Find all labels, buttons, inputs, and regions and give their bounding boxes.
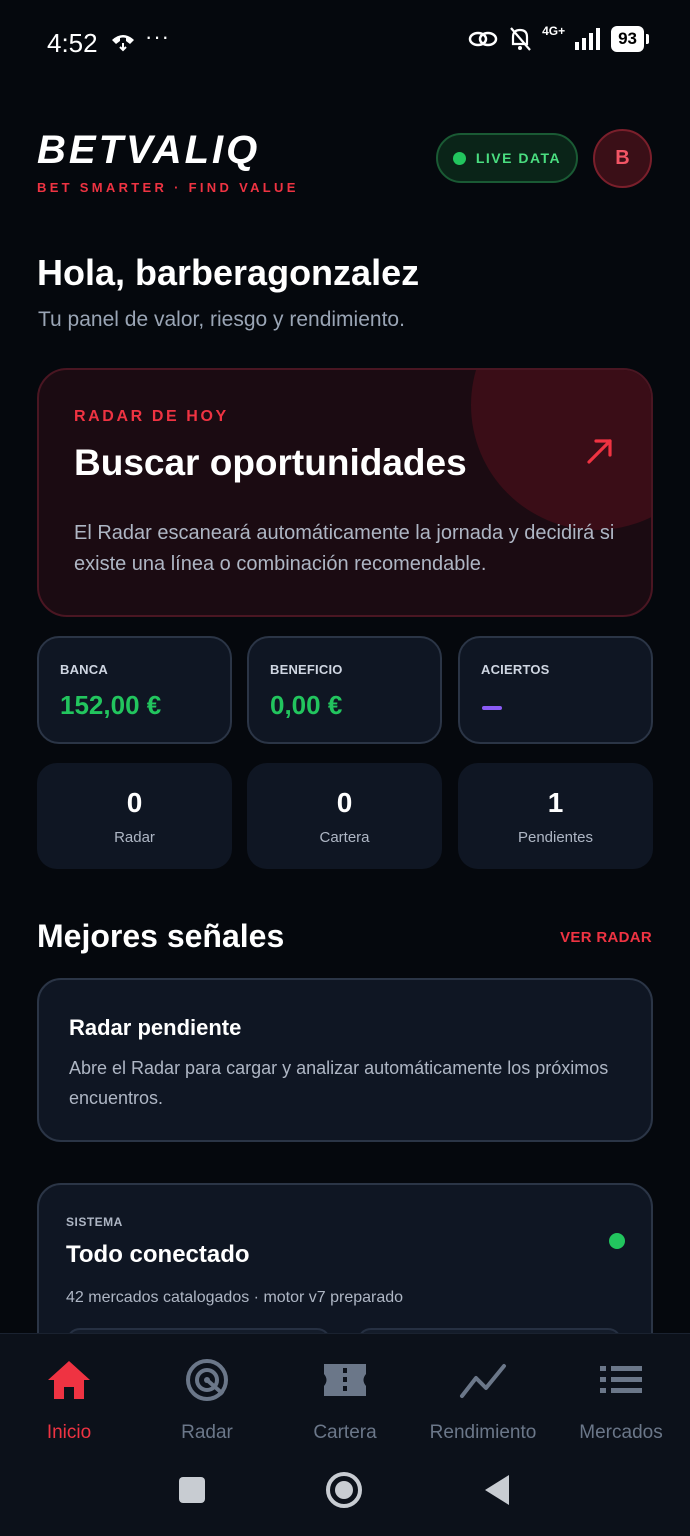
system-navigation: [0, 1460, 690, 1526]
radar-title: Buscar oportunidades: [74, 442, 467, 483]
arrow-up-right-icon: [587, 439, 612, 464]
list-icon: [600, 1366, 642, 1393]
radar-eyebrow: RADAR DE HOY: [74, 408, 229, 425]
count-value: 0: [336, 787, 353, 818]
nav-label: Rendimiento: [429, 1422, 537, 1443]
stat-beneficio: BENEFICIO 0,00 €: [247, 636, 442, 744]
recents-button[interactable]: [162, 1460, 222, 1520]
back-button[interactable]: [467, 1460, 527, 1520]
count-value: 0: [126, 787, 143, 818]
brand: BETVALIQ BET SMARTER · FIND VALUE: [37, 128, 299, 195]
radar-card[interactable]: RADAR DE HOY Buscar oportunidades El Rad…: [37, 368, 653, 617]
stat-banca: BANCA 152,00 €: [37, 636, 232, 744]
radar-icon: [186, 1359, 228, 1401]
stat-value: 0,00 €: [270, 690, 343, 720]
radar-description: El Radar escaneará automáticamente la jo…: [74, 522, 615, 575]
system-title: Todo conectado: [66, 1241, 250, 1268]
count-radar[interactable]: 0 Radar: [37, 763, 232, 869]
pending-title: Radar pendiente: [69, 1015, 242, 1040]
trend-icon: [460, 1364, 506, 1398]
stat-label: BENEFICIO: [270, 662, 343, 677]
page-title: Hola, barberagonzalez: [37, 252, 420, 293]
ticket-icon: [324, 1364, 366, 1396]
count-cartera[interactable]: 0 Cartera: [247, 763, 442, 869]
stat-value: 152,00 €: [60, 690, 162, 720]
nav-label: Mercados: [579, 1422, 663, 1443]
brand-tagline: BET SMARTER · FIND VALUE: [37, 180, 299, 195]
nav-item-mercados[interactable]: Mercados: [552, 1358, 690, 1444]
live-dot-icon: [452, 151, 466, 165]
link-icon: [468, 31, 498, 47]
nav-item-rendimiento[interactable]: Rendimiento: [414, 1358, 552, 1444]
system-eyebrow: SISTEMA: [66, 1215, 123, 1229]
call-icon: [112, 35, 134, 52]
square-icon: [179, 1477, 205, 1503]
avatar[interactable]: B: [593, 129, 652, 188]
live-data-label: LIVE DATA: [475, 150, 562, 166]
network-type: 4G+: [542, 24, 566, 38]
status-more-icon: ···: [145, 24, 170, 49]
home-icon: [48, 1361, 90, 1399]
system-description: 42 mercados catalogados · motor v7 prepa…: [66, 1289, 404, 1306]
count-label: Cartera: [319, 829, 370, 846]
count-label: Radar: [114, 829, 155, 846]
decorative-circle: [471, 370, 651, 530]
status-bar: 4:52 ··· 4G+ 93: [0, 0, 690, 86]
status-dot-icon: [609, 1233, 625, 1249]
brand-name: BETVALIQ: [37, 128, 261, 172]
mute-bell-icon: [510, 27, 531, 51]
nav-item-cartera[interactable]: Cartera: [276, 1358, 414, 1444]
count-value: 1: [547, 787, 564, 818]
live-data-badge[interactable]: LIVE DATA: [436, 133, 578, 183]
stat-aciertos: ACIERTOS: [458, 636, 653, 744]
status-time: 4:52: [47, 28, 98, 58]
back-triangle-icon: [485, 1475, 509, 1505]
battery-indicator: 93: [611, 26, 649, 52]
nav-label: Inicio: [46, 1422, 92, 1443]
page-subtitle: Tu panel de valor, riesgo y rendimiento.: [38, 308, 405, 331]
empty-value-dash: [482, 706, 502, 710]
nav-label: Radar: [181, 1422, 233, 1443]
nav-label: Cartera: [313, 1422, 377, 1443]
stat-label: BANCA: [60, 662, 108, 677]
signal-icon: [575, 28, 601, 50]
circle-home-icon: [326, 1472, 362, 1508]
ver-radar-link[interactable]: VER RADAR: [560, 929, 652, 946]
nav-item-inicio[interactable]: Inicio: [0, 1358, 138, 1444]
nav-item-radar[interactable]: Radar: [138, 1358, 276, 1444]
count-label: Pendientes: [517, 829, 594, 846]
stat-label: ACIERTOS: [481, 662, 550, 677]
radar-pending-card[interactable]: Radar pendiente Abre el Radar para carga…: [37, 978, 653, 1142]
home-button[interactable]: [314, 1460, 374, 1520]
pending-description: Abre el Radar para cargar y analizar aut…: [69, 1058, 609, 1108]
count-pendientes[interactable]: 1 Pendientes: [458, 763, 653, 869]
section-title-signals: Mejores señales: [37, 918, 285, 954]
